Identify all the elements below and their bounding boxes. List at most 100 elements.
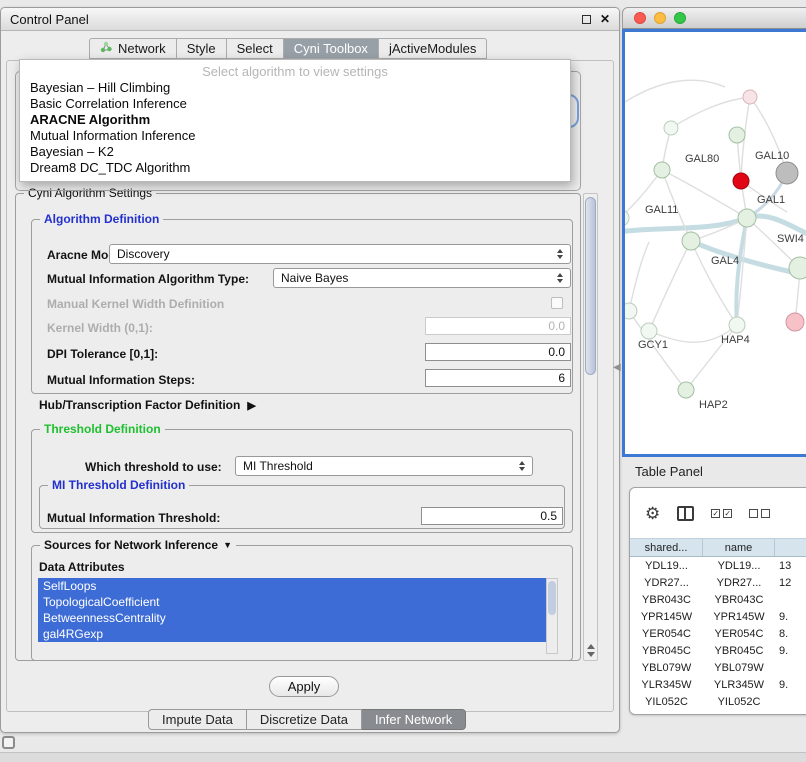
close-traffic-light-icon[interactable]	[634, 12, 646, 24]
table-cell: 9.	[775, 608, 806, 625]
mi-type-select[interactable]: Naive Bayes	[273, 268, 571, 288]
network-node[interactable]	[729, 127, 745, 143]
window-controls: ✕	[582, 13, 610, 25]
network-node[interactable]	[729, 317, 745, 333]
network-node[interactable]	[789, 257, 806, 279]
control-panel-window: Control Panel ✕ NetworkStyle Select Cyni T…	[0, 7, 620, 733]
network-node[interactable]	[743, 90, 757, 104]
table-row[interactable]: YDL19...YDL19...13	[630, 557, 806, 574]
table-cell: YBR043C	[630, 591, 703, 608]
algorithm-definition-title: Algorithm Definition	[40, 212, 163, 226]
attribute-item[interactable]: SelfLoops	[38, 578, 546, 594]
scroll-down-icon[interactable]	[587, 652, 595, 657]
attribute-item[interactable]: BetweennessCentrality	[38, 610, 546, 626]
zoom-traffic-light-icon[interactable]	[674, 12, 686, 24]
table-row[interactable]: YLR345WYLR345W9.	[630, 676, 806, 693]
attribute-item[interactable]: gal4RGexp	[38, 626, 546, 642]
scrollbar-thumb[interactable]	[585, 197, 596, 375]
tab-select[interactable]: Select	[227, 38, 284, 59]
table-body: YDL19...YDL19...13YDR27...YDR27...12YBR0…	[630, 557, 806, 710]
algorithm-option[interactable]: Basic Correlation Inference	[20, 96, 570, 112]
network-node[interactable]	[625, 303, 637, 319]
table-row[interactable]: YPR145WYPR145W9.	[630, 608, 806, 625]
gear-icon[interactable]: ⚙	[645, 505, 660, 522]
network-node[interactable]	[776, 162, 798, 184]
table-cell: YIL052C	[703, 693, 775, 710]
scrollbar-arrows[interactable]	[587, 644, 595, 657]
settings-scrollbar[interactable]	[583, 193, 598, 661]
network-icon	[100, 41, 113, 56]
attribute-list-scrollbar[interactable]	[546, 578, 558, 654]
threshold-definition-title: Threshold Definition	[40, 422, 165, 436]
close-window-icon[interactable]: ✕	[600, 13, 610, 25]
manual-kernel-checkbox[interactable]	[551, 297, 563, 309]
tab-style[interactable]: Style	[177, 38, 227, 59]
table-row[interactable]: YBR045CYBR045C9.	[630, 642, 806, 659]
column-header[interactable]	[775, 539, 806, 556]
data-attributes-list: SelfLoopsTopologicalCoefficientBetweenne…	[38, 578, 546, 642]
mi-steps-label: Mutual Information Steps:	[47, 373, 195, 387]
network-node[interactable]	[664, 121, 678, 135]
network-node[interactable]	[654, 162, 670, 178]
network-canvas[interactable]: GAL80GAL10GAL1GAL11GAL4SWI4HAP4GCY1HAP2	[622, 29, 806, 457]
network-node[interactable]	[641, 323, 657, 339]
column-header[interactable]: shared...	[630, 539, 703, 556]
table-row[interactable]: YER054CYER054C8.	[630, 625, 806, 642]
network-window-titlebar[interactable]	[622, 7, 806, 29]
network-node[interactable]	[678, 382, 694, 398]
select-all-columns-icon[interactable]	[711, 509, 732, 518]
network-node[interactable]	[682, 232, 700, 250]
columns-icon[interactable]	[677, 506, 694, 521]
aracne-mode-select[interactable]: Discovery	[109, 244, 571, 264]
apply-button[interactable]: Apply	[269, 676, 339, 697]
table-row[interactable]: YDR27...YDR27...12	[630, 574, 806, 591]
network-node[interactable]	[738, 209, 756, 227]
tab-label: Select	[237, 41, 273, 56]
table-row[interactable]: YBL079WYBL079W	[630, 659, 806, 676]
node-label: GAL10	[755, 150, 789, 162]
node-label: GCY1	[638, 339, 668, 351]
bottom-tab-impute-data[interactable]: Impute Data	[148, 709, 247, 730]
bottom-tab-infer-network[interactable]: Infer Network	[362, 709, 466, 730]
dpi-tolerance-field[interactable]: 0.0	[425, 343, 571, 361]
node-label: HAP2	[699, 399, 728, 411]
hub-definition-section[interactable]: Hub/Transcription Factor Definition ▶	[39, 398, 256, 412]
table-cell: YPR145W	[630, 608, 703, 625]
minimized-panel-icon[interactable]	[2, 736, 15, 749]
algorithm-popup-list: Bayesian – Hill ClimbingBasic Correlatio…	[20, 80, 570, 176]
tab-network[interactable]: Network	[89, 38, 177, 59]
tab-jactivemodules[interactable]: jActiveModules	[379, 38, 487, 59]
table-row[interactable]: YBR043CYBR043C	[630, 591, 806, 608]
minimize-traffic-light-icon[interactable]	[654, 12, 666, 24]
panel-collapse-icon[interactable]: ◀	[613, 362, 621, 373]
bottom-tab-discretize-data[interactable]: Discretize Data	[247, 709, 362, 730]
network-node[interactable]	[625, 210, 629, 226]
scrollbar-thumb[interactable]	[548, 581, 556, 615]
kernel-width-field[interactable]: 0.0	[425, 317, 571, 335]
mi-steps-field[interactable]: 6	[425, 369, 571, 387]
network-node[interactable]	[733, 173, 749, 189]
table-panel-window: ⚙ shared...name YDL19...YDL19...13YDR27.…	[629, 487, 806, 715]
algorithm-option[interactable]: ARACNE Algorithm	[20, 112, 570, 128]
scroll-up-icon[interactable]	[587, 644, 595, 649]
algorithm-option[interactable]: Bayesian – K2	[20, 144, 570, 160]
algorithm-placeholder: Select algorithm to view settings	[20, 63, 570, 80]
mi-threshold-field[interactable]: 0.5	[421, 507, 563, 525]
column-header[interactable]: name	[703, 539, 775, 556]
algorithm-option[interactable]: Bayesian – Hill Climbing	[20, 80, 570, 96]
sources-group-title[interactable]: Sources for Network Inference ▼	[40, 538, 236, 552]
tab-cyni-toolbox[interactable]: Cyni Toolbox	[284, 38, 379, 59]
status-bar	[0, 752, 806, 762]
table-row[interactable]: YIL052CYIL052C	[630, 693, 806, 710]
which-threshold-select[interactable]: MI Threshold	[235, 456, 533, 476]
attribute-item[interactable]: TopologicalCoefficient	[38, 594, 546, 610]
deselect-all-columns-icon[interactable]	[749, 509, 770, 518]
algorithm-option[interactable]: Dream8 DC_TDC Algorithm	[20, 160, 570, 176]
control-panel-titlebar[interactable]: Control Panel ✕	[1, 8, 619, 31]
aracne-mode-value: Discovery	[117, 247, 170, 261]
kernel-width-label: Kernel Width (0,1):	[47, 321, 153, 335]
network-node[interactable]	[786, 313, 804, 331]
network-edge	[691, 241, 806, 278]
float-window-icon[interactable]	[582, 15, 591, 24]
algorithm-option[interactable]: Mutual Information Inference	[20, 128, 570, 144]
